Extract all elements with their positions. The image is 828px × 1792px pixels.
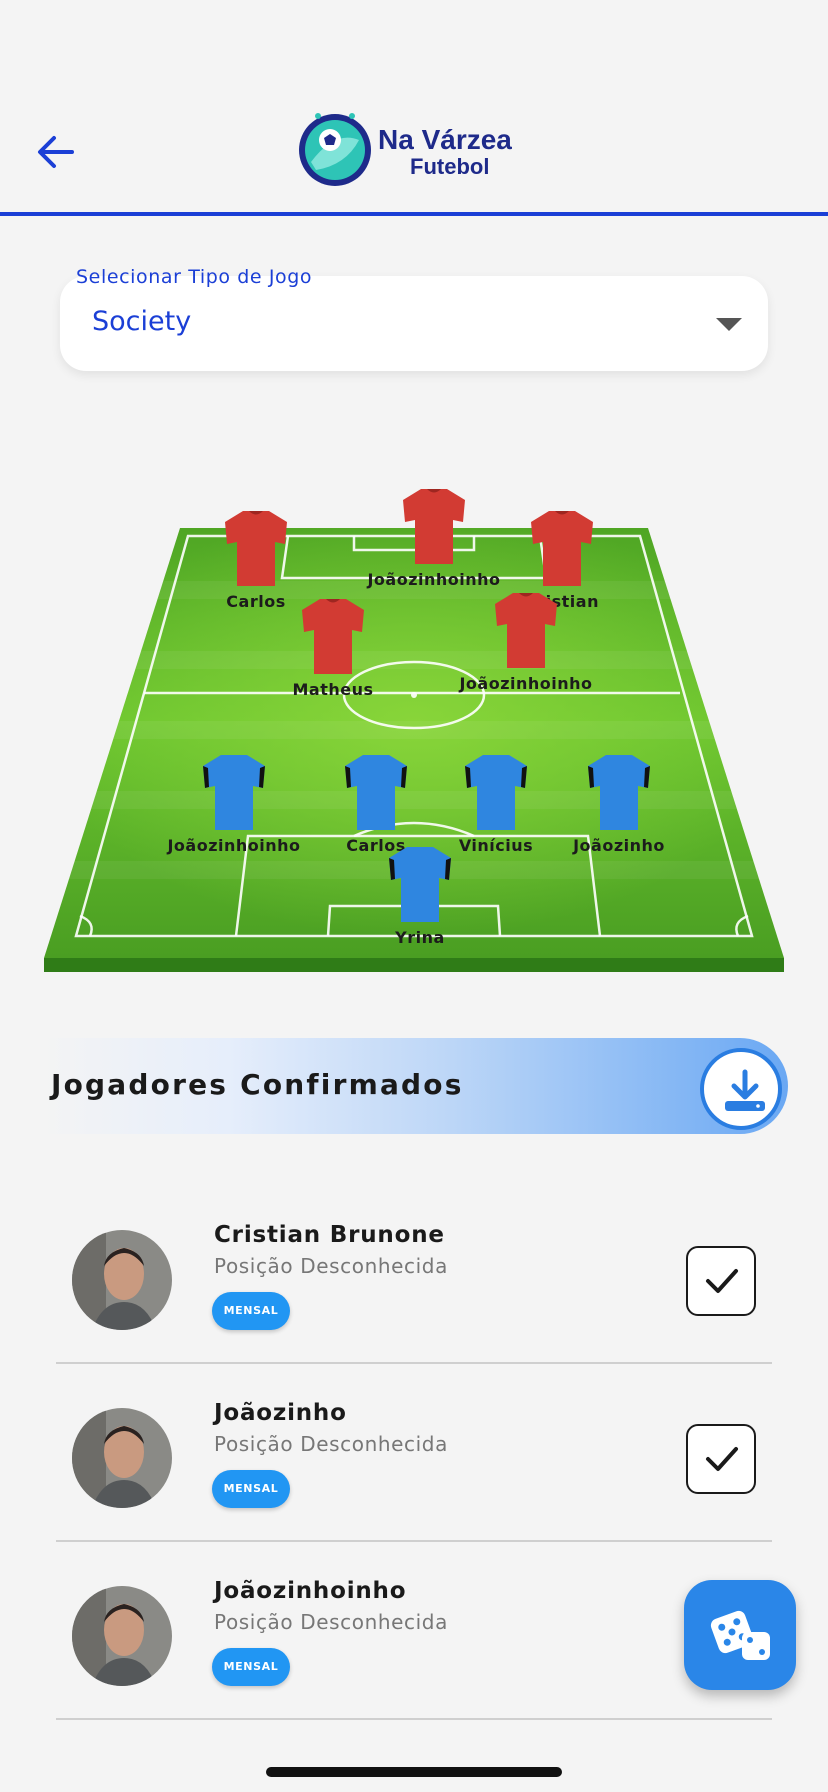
shuffle-teams-button[interactable] [684, 1580, 796, 1690]
red-shirt-icon [302, 599, 364, 674]
blue-player[interactable]: Joãozinho [544, 752, 694, 862]
player-name: Joãozinhoinho [214, 1578, 407, 1604]
section-title: Jogadores Confirmados [51, 1068, 464, 1101]
player-name: Yrina [395, 928, 445, 947]
list-item[interactable]: Joãozinho Posição Desconhecida MENSAL [56, 1364, 772, 1542]
status-badge: MENSAL [212, 1470, 290, 1508]
player-name: Joãozinho [573, 836, 665, 855]
logo-title: Na Várzea [378, 124, 512, 155]
avatar [72, 1408, 172, 1508]
confirm-checkbox[interactable] [686, 1424, 756, 1494]
player-position: Posição Desconhecida [214, 1610, 448, 1634]
red-player[interactable]: Matheus [258, 596, 408, 706]
red-shirt-icon [225, 511, 287, 586]
red-shirt-icon [403, 489, 465, 564]
status-badge: MENSAL [212, 1648, 290, 1686]
game-type-label: Selecionar Tipo de Jogo [76, 266, 313, 288]
check-icon [706, 1447, 738, 1471]
blue-shirt-icon [389, 847, 451, 922]
game-type-select[interactable]: Society [60, 276, 768, 371]
confirm-checkbox[interactable] [686, 1246, 756, 1316]
app-logo: Na Várzea Futebol [296, 106, 536, 190]
soccer-ball-logo-icon [299, 113, 371, 186]
check-icon [706, 1269, 738, 1293]
caret-down-icon [716, 318, 742, 331]
list-item[interactable]: Joãozinhoinho Posição Desconhecida MENSA… [56, 1542, 772, 1720]
red-shirt-icon [531, 511, 593, 586]
game-type-value: Society [92, 306, 192, 337]
red-player[interactable]: Joãozinhoinho [451, 590, 601, 700]
blue-shirt-icon [588, 755, 650, 830]
home-indicator[interactable] [266, 1767, 562, 1777]
download-button[interactable] [700, 1048, 782, 1130]
player-name: Matheus [292, 680, 374, 699]
avatar [72, 1586, 172, 1686]
player-name: Cristian Brunone [214, 1222, 445, 1248]
red-shirt-icon [495, 593, 557, 668]
confirmed-players-banner: Jogadores Confirmados [40, 1038, 788, 1134]
blue-shirt-icon [345, 755, 407, 830]
avatar [72, 1230, 172, 1330]
player-name: Joãozinhoinho [459, 674, 593, 693]
blue-shirt-icon [203, 755, 265, 830]
player-position: Posição Desconhecida [214, 1254, 448, 1278]
status-badge: MENSAL [212, 1292, 290, 1330]
arrow-left-icon [38, 136, 74, 168]
list-item[interactable]: Cristian Brunone Posição Desconhecida ME… [56, 1186, 772, 1364]
dice-icon [710, 1610, 770, 1660]
player-name: Joãozinho [214, 1400, 347, 1426]
soccer-field: Joãozinhoinho Carlos Cristian Matheus Jo… [0, 470, 828, 980]
player-position: Posição Desconhecida [214, 1432, 448, 1456]
logo-subtitle: Futebol [410, 154, 490, 179]
blue-player[interactable]: Yrina [345, 844, 495, 954]
back-button[interactable] [34, 132, 78, 172]
blue-shirt-icon [465, 755, 527, 830]
app-header: Na Várzea Futebol [0, 0, 828, 216]
download-icon [725, 1069, 765, 1111]
